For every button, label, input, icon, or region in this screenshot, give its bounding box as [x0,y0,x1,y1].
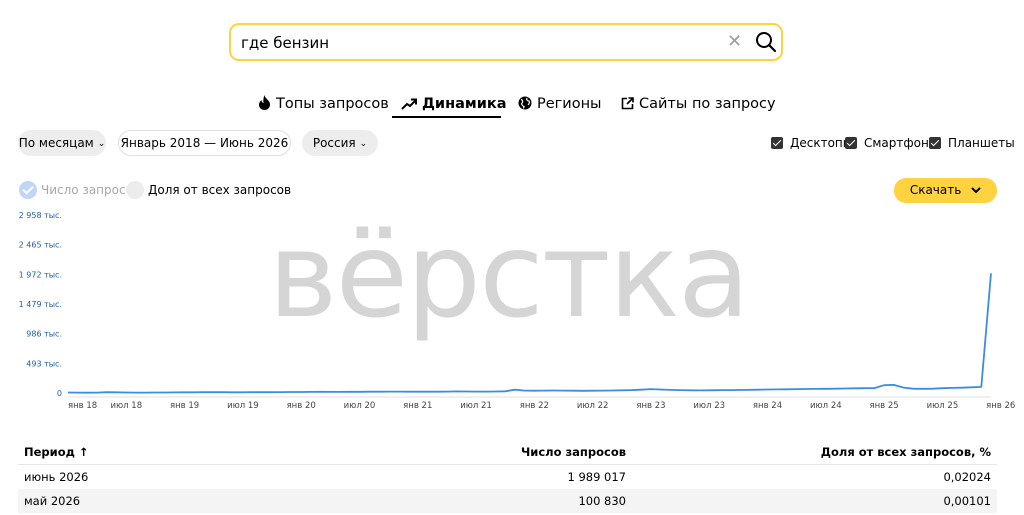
x-tick-label: янв 22 [520,401,549,411]
series-line[interactable] [67,273,992,394]
chevron-down-icon: ⌄ [359,139,368,149]
x-tick-label: июл 23 [693,401,725,411]
region-label: Россия [312,136,356,150]
download-label: Скачать [909,183,962,197]
active-tab-underline [392,116,501,118]
x-tick-label: июл 20 [344,401,376,411]
x-tick-label: янв 20 [287,401,316,411]
y-tick-label: 1 479 тыс. [19,300,62,309]
globe-icon [518,96,532,110]
x-tick-label: янв 18 [68,401,97,411]
cell-share: 0,00101 [943,494,991,508]
metric-share-option[interactable]: Доля от всех запросов [126,181,291,199]
checkbox-checked-icon [929,137,941,149]
group-by-label: По месяцам [18,136,94,150]
checkbox-label: Планшеты [948,136,1015,150]
checkbox-smartphones[interactable]: Смартфоны [845,135,938,151]
checkbox-desktops[interactable]: Десктопы [771,135,852,151]
check-icon [19,181,37,199]
clear-search-icon[interactable]: ✕ [727,31,742,53]
trend-icon [401,98,417,110]
table-row: июнь 2026 1 989 017 0,02024 [18,465,997,489]
tab-regions[interactable]: Регионы [518,92,602,116]
group-by-dropdown[interactable]: По месяцам ⌄ [18,130,106,156]
tab-label: Динамика [422,96,507,112]
checkbox-checked-icon [845,137,857,149]
tab-label: Сайты по запросу [639,96,776,112]
y-tick-label: 0 [57,389,62,398]
cell-count: 1 989 017 [567,470,626,484]
region-dropdown[interactable]: Россия ⌄ [302,130,378,156]
metric-count-option[interactable]: Число запросов [19,181,140,199]
x-tick-label: июл 19 [227,401,259,411]
x-tick-label: янв 26 [986,401,1015,411]
cell-count: 100 830 [578,494,626,508]
search-box[interactable]: где бензин ✕ [229,23,783,61]
x-tick-label: июл 22 [577,401,609,411]
x-tick-label: июл 25 [927,401,959,411]
search-input[interactable]: где бензин [241,34,329,52]
x-tick-label: янв 24 [753,401,782,411]
column-header-count[interactable]: Число запросов [521,440,626,464]
y-tick-label: 493 тыс. [26,359,62,368]
y-tick-label: 2 958 тыс. [19,211,62,220]
tab-dynamics[interactable]: Динамика [401,92,507,116]
table-row: май 2026 100 830 0,00101 [18,489,997,513]
tab-top-queries[interactable]: Топы запросов [258,92,389,116]
fire-icon [259,95,270,110]
data-table: Период ↑ Число запросов Доля от всех зап… [18,440,997,513]
column-header-period[interactable]: Период ↑ [24,440,89,464]
checkbox-tablets[interactable]: Планшеты [929,135,1015,151]
dynamics-chart: 2 958 тыс. 2 465 тыс. 1 972 тыс. 1 479 тыс.… [19,211,1016,411]
period-label: Январь 2018 — Июнь 2026 [120,136,289,150]
x-tick-label: янв 25 [870,401,899,411]
period-selector[interactable]: Январь 2018 — Июнь 2026 [118,130,291,156]
x-tick-label: июл 18 [110,401,142,411]
radio-icon [126,181,144,199]
column-header-share[interactable]: Доля от всех запросов, % [821,440,991,464]
tab-sites[interactable]: Сайты по запросу [621,92,776,116]
checkbox-label: Десктопы [790,136,853,150]
cell-period: май 2026 [24,494,81,508]
x-tick-label: июл 21 [460,401,492,411]
chevron-down-icon [971,187,981,194]
tabs: Топы запросов Динамика Регионы Сайты по … [0,92,1024,118]
table-header: Период ↑ Число запросов Доля от всех зап… [18,440,997,465]
x-tick-label: янв 19 [170,401,199,411]
metric-label: Доля от всех запросов [148,183,292,197]
x-tick-label: янв 21 [403,401,432,411]
tab-label: Топы запросов [276,96,389,112]
checkbox-label: Смартфоны [864,136,939,150]
x-tick-label: июл 24 [810,401,842,411]
download-button[interactable]: Скачать [894,178,997,203]
checkbox-checked-icon [771,137,783,149]
tab-label: Регионы [537,96,602,112]
search-icon[interactable] [755,31,777,53]
y-tick-label: 1 972 тыс. [19,270,62,279]
cell-share: 0,02024 [943,470,991,484]
y-tick-label: 986 тыс. [26,330,62,339]
x-tick-label: янв 23 [636,401,665,411]
y-tick-label: 2 465 тыс. [19,241,62,250]
cell-period: июнь 2026 [24,470,89,484]
chevron-down-icon: ⌄ [97,139,106,149]
external-link-icon [621,97,634,110]
